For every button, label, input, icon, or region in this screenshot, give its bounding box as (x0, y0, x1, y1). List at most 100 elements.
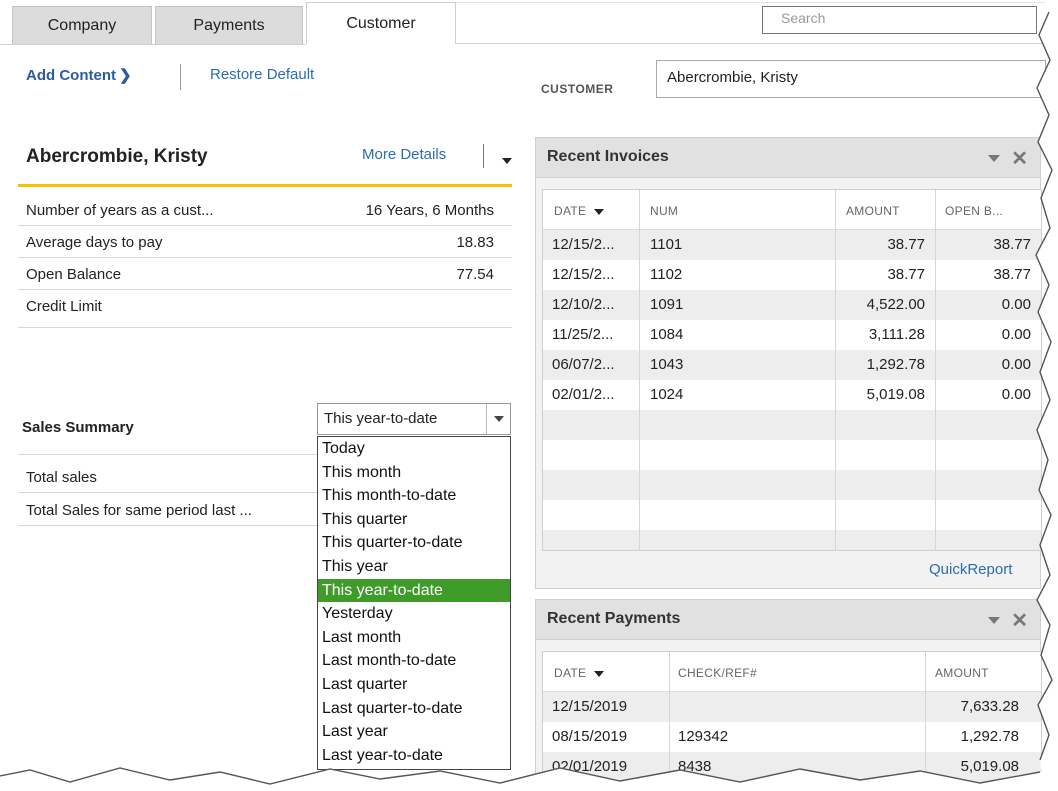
cell-amount: 1,292.78 (866, 356, 925, 373)
close-icon[interactable]: ✕ (1011, 146, 1028, 171)
recent-payments-panel: Recent Payments ✕ DATE CHECK/REF# AMOUNT… (535, 599, 1042, 791)
col-check-ref[interactable]: CHECK/REF# (678, 666, 757, 680)
table-row[interactable]: 06/07/2... 1043 1,292.78 0.00 (543, 350, 1041, 380)
recent-invoices-panel: Recent Invoices ✕ DATE NUM AMOUNT OPEN B… (535, 137, 1042, 589)
cell-amount: 1,292.78 (960, 728, 1019, 745)
customer-name-heading: Abercrombie, Kristy (26, 146, 208, 167)
payments-table-header: DATE CHECK/REF# AMOUNT (543, 652, 1041, 692)
info-row-credit-limit: Credit Limit (18, 290, 512, 328)
table-row[interactable]: 11/25/2... 1084 3,111.28 0.00 (543, 320, 1041, 350)
table-row[interactable]: 12/15/2019 7,633.28 (543, 692, 1041, 722)
col-date[interactable]: DATE (554, 666, 605, 680)
recent-payments-title: Recent Payments (547, 610, 681, 627)
column-divider (925, 652, 926, 790)
tab-customer[interactable]: Customer (306, 2, 456, 44)
cell-open: 38.77 (993, 266, 1031, 283)
caret-down-icon[interactable] (502, 158, 512, 164)
cell-ref: 8438 (678, 758, 712, 775)
table-row[interactable]: 02/01/2019 8438 5,019.08 (543, 752, 1041, 782)
table-row[interactable]: 08/15/2019 129342 1,292.78 (543, 722, 1041, 752)
option-last-month-to-date[interactable]: Last month-to-date (318, 649, 510, 673)
empty-row (543, 530, 1041, 550)
col-num[interactable]: NUM (650, 204, 678, 218)
invoices-table: DATE NUM AMOUNT OPEN B... 12/15/2... 110… (542, 189, 1042, 551)
info-row-years: Number of years as a cust... 16 Years, 6… (18, 194, 512, 226)
col-open-balance[interactable]: OPEN B... (945, 204, 1003, 218)
table-row[interactable]: 12/15/2... 1102 38.77 38.77 (543, 260, 1041, 290)
close-icon[interactable]: ✕ (1011, 608, 1028, 633)
info-value: 18.83 (456, 234, 494, 251)
cell-date: 12/10/2... (552, 296, 615, 313)
table-row[interactable]: 12/10/2... 1091 4,522.00 0.00 (543, 290, 1041, 320)
cell-amount: 5,019.08 (960, 758, 1019, 775)
option-last-year[interactable]: Last year (318, 720, 510, 744)
restore-default-link[interactable]: Restore Default (210, 66, 314, 83)
cell-open: 0.00 (1001, 326, 1031, 343)
cell-open: 38.77 (993, 236, 1031, 253)
empty-row (543, 470, 1041, 500)
column-divider (669, 652, 670, 790)
table-row[interactable]: 02/01/2... 1024 5,019.08 0.00 (543, 380, 1041, 410)
option-this-quarter[interactable]: This quarter (318, 508, 510, 532)
option-last-quarter[interactable]: Last quarter (318, 673, 510, 697)
option-last-month[interactable]: Last month (318, 626, 510, 650)
sort-down-icon (594, 670, 605, 677)
cell-date: 02/01/2019 (552, 758, 628, 775)
empty-row (543, 410, 1041, 440)
accent-underline (18, 184, 512, 187)
col-date[interactable]: DATE (554, 204, 605, 218)
option-last-year-to-date[interactable]: Last year-to-date (318, 744, 510, 768)
quickreport-link[interactable]: QuickReport (929, 561, 1012, 578)
cell-date: 11/25/2... (552, 326, 614, 343)
col-date-label: DATE (554, 666, 587, 680)
invoices-table-header: DATE NUM AMOUNT OPEN B... (543, 190, 1041, 230)
cell-open: 0.00 (1001, 296, 1031, 313)
add-content-label: Add Content (26, 67, 116, 84)
collapse-caret-icon[interactable] (988, 155, 1000, 162)
recent-payments-header: Recent Payments ✕ (536, 600, 1040, 640)
chevron-down-icon[interactable] (486, 404, 510, 434)
option-this-year[interactable]: This year (318, 555, 510, 579)
cell-num: 1084 (650, 326, 684, 343)
col-amount[interactable]: AMOUNT (846, 204, 900, 218)
sum-row-total-sales: Total sales (18, 461, 318, 493)
col-amount[interactable]: AMOUNT (935, 666, 989, 680)
column-divider (835, 190, 836, 550)
customer-field[interactable]: Abercrombie, Kristy (656, 60, 1046, 98)
cell-date: 12/15/2... (552, 236, 615, 253)
option-this-month-to-date[interactable]: This month-to-date (318, 484, 510, 508)
cell-ref: 129342 (678, 728, 729, 745)
recent-invoices-header: Recent Invoices ✕ (536, 138, 1040, 178)
info-value: 77.54 (456, 266, 494, 283)
more-details-link[interactable]: More Details (362, 146, 446, 163)
toolbar-divider (180, 64, 181, 90)
sort-down-icon (594, 208, 605, 215)
table-row[interactable]: 12/15/2... 1101 38.77 38.77 (543, 230, 1041, 260)
period-dropdown-list: Today This month This month-to-date This… (317, 436, 511, 770)
option-today[interactable]: Today (318, 437, 510, 461)
cell-open: 0.00 (1001, 386, 1031, 403)
collapse-caret-icon[interactable] (988, 617, 1000, 624)
option-this-quarter-to-date[interactable]: This quarter-to-date (318, 531, 510, 555)
option-this-month[interactable]: This month (318, 461, 510, 485)
info-label: Average days to pay (26, 234, 163, 251)
sales-summary-heading: Sales Summary (22, 419, 134, 436)
option-last-quarter-to-date[interactable]: Last quarter-to-date (318, 697, 510, 721)
tab-customer-label: Customer (346, 14, 416, 32)
period-select-value: This year-to-date (324, 410, 438, 427)
cell-num: 1101 (650, 236, 683, 253)
add-content-link[interactable]: Add Content ❯ (26, 66, 132, 84)
tab-company[interactable]: Company (12, 6, 152, 44)
tab-payments[interactable]: Payments (155, 6, 303, 44)
cell-amount: 7,633.28 (960, 698, 1019, 715)
option-yesterday[interactable]: Yesterday (318, 602, 510, 626)
info-row-days-to-pay: Average days to pay 18.83 (18, 226, 512, 258)
search-input[interactable]: Search (762, 6, 1037, 34)
more-details-divider (483, 144, 484, 168)
chevron-right-icon: ❯ (118, 67, 132, 84)
period-select[interactable]: This year-to-date (317, 403, 511, 435)
tab-payments-label: Payments (193, 16, 265, 34)
tab-divider (0, 44, 306, 45)
sum-label: Total Sales for same period last ... (26, 502, 252, 519)
option-this-year-to-date[interactable]: This year-to-date (318, 578, 510, 603)
